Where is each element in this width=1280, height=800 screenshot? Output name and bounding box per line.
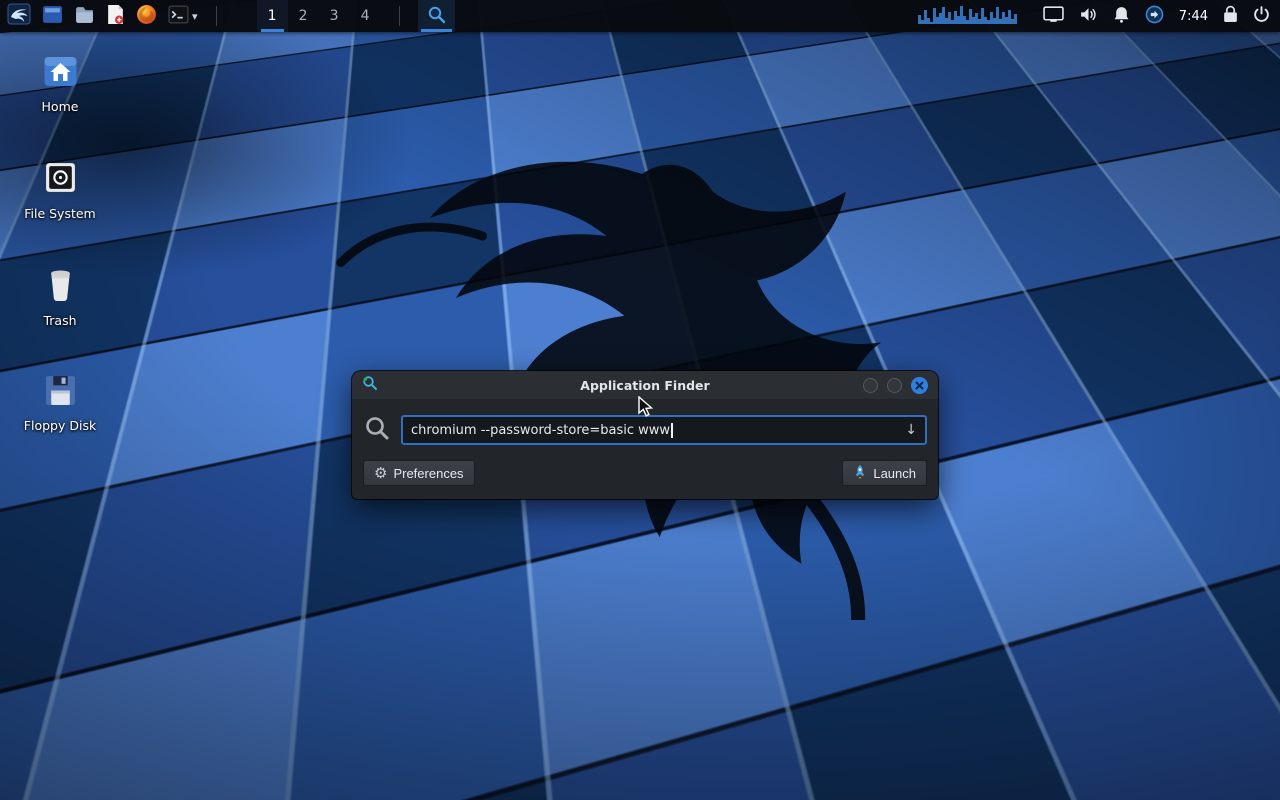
close-button[interactable] xyxy=(911,377,928,394)
network-monitor-graph xyxy=(916,2,1028,30)
desktop-icon-label: Floppy Disk xyxy=(24,418,96,433)
mouse-cursor xyxy=(637,396,657,422)
update-notifier-icon[interactable] xyxy=(1145,5,1164,28)
trash-icon xyxy=(45,267,76,306)
maximize-button[interactable] xyxy=(887,378,902,393)
launcher-app-window[interactable] xyxy=(42,0,63,32)
launch-button[interactable]: Launch xyxy=(842,460,927,486)
desktop-icon-home[interactable]: Home xyxy=(16,54,104,114)
firefox-icon xyxy=(136,4,157,29)
desktop-icon-column: Home File System Trash Floppy Disk xyxy=(16,54,104,433)
button-row: ⚙ Preferences Launch xyxy=(363,460,927,486)
command-input[interactable]: chromium --password-store=basic www ↓ xyxy=(401,415,927,445)
window-controls xyxy=(863,377,928,394)
search-icon xyxy=(363,414,391,446)
workspace-button-2[interactable]: 2 xyxy=(288,0,319,32)
top-panel: ▾ 1 2 3 4 7:4 xyxy=(0,0,1280,32)
launcher-terminal[interactable]: ▾ xyxy=(168,0,198,32)
command-text: chromium --password-store=basic www xyxy=(411,423,670,438)
kali-logo-icon xyxy=(7,2,31,30)
logout-power-icon[interactable] xyxy=(1253,6,1270,27)
document-icon xyxy=(106,4,125,29)
window-titlebar[interactable]: Application Finder xyxy=(352,371,938,399)
home-icon xyxy=(42,54,79,92)
gear-icon: ⚙ xyxy=(374,466,387,481)
chevron-down-icon[interactable]: ▾ xyxy=(192,10,198,23)
close-icon xyxy=(915,381,924,390)
launch-button-label: Launch xyxy=(873,466,916,481)
panel-separator xyxy=(399,6,400,26)
desktop-icon-trash[interactable]: Trash xyxy=(16,267,104,328)
workspace-switcher: 1 2 3 4 xyxy=(257,0,381,32)
preferences-button-label: Preferences xyxy=(393,466,463,481)
notifications-bell-icon[interactable] xyxy=(1113,6,1130,27)
desktop-icon-file-system[interactable]: File System xyxy=(16,160,104,221)
volume-icon[interactable] xyxy=(1079,6,1098,27)
window-icon xyxy=(42,4,63,29)
display-tray-icon[interactable] xyxy=(1043,6,1064,27)
launch-icon xyxy=(853,465,867,482)
workspace-button-4[interactable]: 4 xyxy=(350,0,381,32)
terminal-icon xyxy=(168,4,189,29)
minimize-button[interactable] xyxy=(863,378,878,393)
desktop-icon-floppy-disk[interactable]: Floppy Disk xyxy=(16,374,104,433)
panel-left-group: ▾ 1 2 3 4 xyxy=(0,0,455,32)
panel-separator xyxy=(216,6,217,26)
taskbar-item-application-finder[interactable] xyxy=(418,0,455,32)
desktop-icon-label: Home xyxy=(42,99,79,114)
launcher-file-manager[interactable] xyxy=(74,0,95,32)
folder-icon xyxy=(74,4,95,29)
clock[interactable]: 7:44 xyxy=(1179,9,1208,24)
history-dropdown-arrow-icon[interactable]: ↓ xyxy=(897,422,917,438)
lock-screen-icon[interactable] xyxy=(1223,5,1238,27)
launcher-text-editor[interactable] xyxy=(106,0,125,32)
text-caret xyxy=(671,423,673,438)
application-finder-window: Application Finder chromium --password-s… xyxy=(352,371,938,499)
workspace-button-1[interactable]: 1 xyxy=(257,0,288,32)
workspace-button-3[interactable]: 3 xyxy=(319,0,350,32)
floppy-disk-icon xyxy=(44,374,77,411)
desktop-icon-label: File System xyxy=(24,206,96,221)
desktop-icon-label: Trash xyxy=(43,313,76,328)
applications-menu-button[interactable] xyxy=(7,0,31,32)
window-title: Application Finder xyxy=(352,378,938,393)
kali-dragon-silhouette xyxy=(270,100,890,620)
search-icon xyxy=(427,5,446,28)
launcher-firefox[interactable] xyxy=(136,0,157,32)
panel-right-group: 7:44 xyxy=(916,0,1280,32)
drive-icon xyxy=(43,160,78,199)
preferences-button[interactable]: ⚙ Preferences xyxy=(363,460,475,486)
